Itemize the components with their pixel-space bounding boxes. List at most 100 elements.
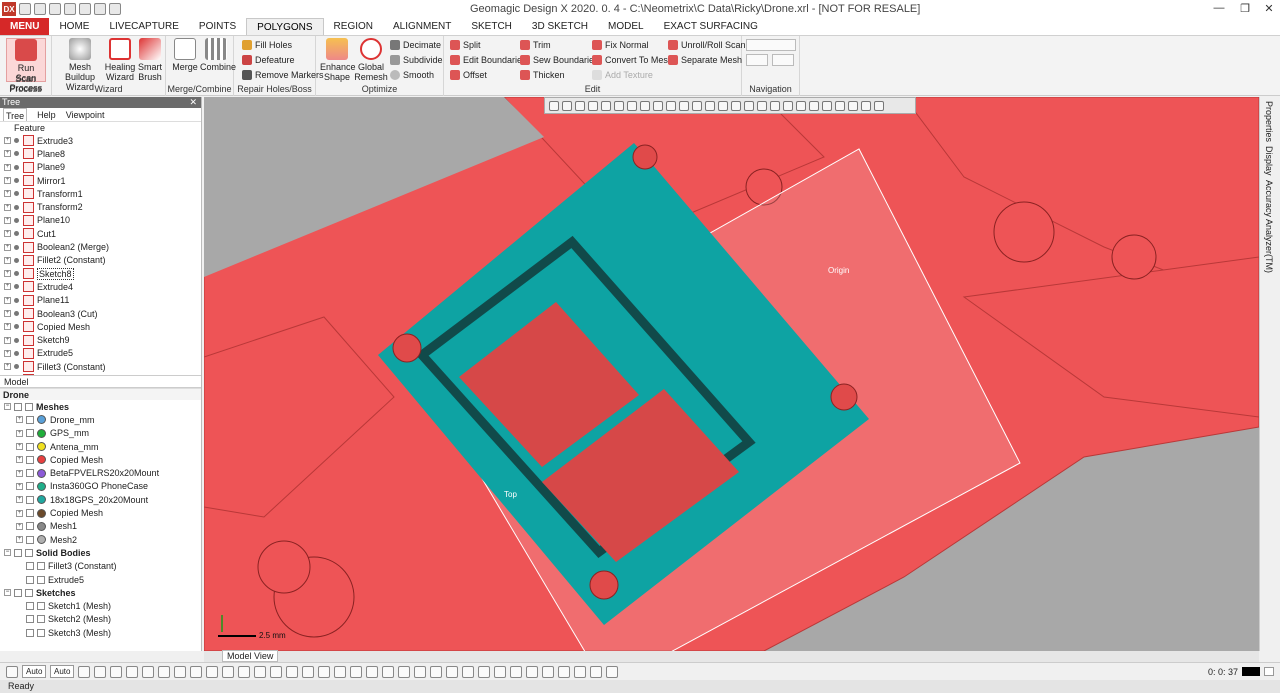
visibility-dot-icon[interactable] — [14, 364, 19, 370]
solid-body-item[interactable]: Fillet3 (Constant) — [0, 560, 201, 573]
expand-icon[interactable]: + — [16, 443, 23, 451]
expand-icon[interactable]: + — [4, 256, 11, 264]
tab-points[interactable]: POINTS — [189, 18, 246, 35]
thicken-button[interactable]: Thicken — [520, 70, 565, 80]
visibility-checkbox[interactable] — [26, 535, 34, 544]
tab-polygons[interactable]: POLYGONS — [246, 18, 324, 35]
feature-item[interactable]: + Boolean3 (Cut) — [0, 307, 201, 320]
visibility-checkbox[interactable] — [26, 469, 34, 478]
expand-icon[interactable]: + — [16, 509, 23, 517]
close-icon[interactable]: ✕ — [1260, 2, 1278, 16]
view-tool-icon[interactable] — [744, 100, 754, 111]
tab-livecapture[interactable]: LIVECAPTURE — [99, 18, 188, 35]
bottom-tool-icon[interactable] — [174, 665, 186, 678]
global-remesh-button[interactable]: Global Remesh — [354, 38, 388, 82]
bottom-tool-icon[interactable] — [462, 665, 474, 678]
feature-item[interactable]: + Fillet2 (Constant) — [0, 254, 201, 267]
navigation-select[interactable] — [746, 39, 796, 51]
expand-icon[interactable]: + — [4, 203, 11, 211]
bottom-tool-icon[interactable] — [158, 665, 170, 678]
visibility-checkbox[interactable] — [26, 442, 34, 451]
view-tool-icon[interactable] — [562, 100, 572, 111]
solid-body-item[interactable]: Extrude5 — [0, 573, 201, 586]
new-file-icon[interactable] — [19, 3, 31, 15]
bottom-tool-icon[interactable] — [94, 665, 106, 678]
model-view-tab[interactable]: Model View — [222, 650, 279, 662]
display-tab[interactable]: Display — [1264, 146, 1274, 176]
visibility-dot-icon[interactable] — [14, 337, 19, 343]
feature-item[interactable]: + Plane8 — [0, 147, 201, 160]
view-tool-icon[interactable] — [614, 100, 624, 111]
bottom-tool-icon[interactable] — [606, 665, 618, 678]
enhance-shape-button[interactable]: Enhance Shape — [320, 38, 356, 82]
expand-icon[interactable]: + — [16, 429, 23, 437]
visibility-dot-icon[interactable] — [14, 257, 19, 263]
expand-icon[interactable]: + — [4, 296, 11, 304]
bottom-tool-icon[interactable] — [318, 665, 330, 678]
add-texture-button[interactable]: Add Texture — [592, 70, 653, 80]
smart-brush-button[interactable]: Smart Brush — [136, 38, 164, 82]
visibility-dot-icon[interactable] — [14, 297, 19, 303]
offset-button[interactable]: Offset — [450, 70, 487, 80]
feature-item[interactable]: + Boolean2 (Merge) — [0, 240, 201, 253]
bottom-tool-icon[interactable] — [558, 665, 570, 678]
visibility-checkbox[interactable] — [26, 429, 34, 438]
visibility-checkbox[interactable] — [14, 402, 22, 411]
expand-icon[interactable]: + — [4, 323, 11, 331]
redo-icon[interactable] — [109, 3, 121, 15]
visibility-dot-icon[interactable] — [14, 271, 19, 277]
restore-icon[interactable]: ❐ — [1236, 2, 1254, 16]
view-tool-icon[interactable] — [809, 100, 819, 111]
convert-to-mesh-button[interactable]: Convert To Mesh — [592, 55, 673, 65]
visibility-checkbox[interactable] — [26, 575, 34, 584]
feature-item[interactable]: + Copied Mesh — [0, 320, 201, 333]
collapse-icon[interactable]: − — [4, 403, 11, 411]
expand-icon[interactable]: + — [16, 456, 23, 464]
mesh-item[interactable]: +18x18GPS_20x20Mount — [0, 493, 201, 506]
visibility-dot-icon[interactable] — [14, 204, 19, 210]
panel-tab-tree[interactable]: Tree — [3, 108, 28, 121]
visibility-dot-icon[interactable] — [14, 138, 19, 144]
expand-icon[interactable]: + — [16, 522, 23, 530]
bottom-tool-icon[interactable] — [478, 665, 490, 678]
mesh-item[interactable]: + Copied Mesh — [0, 506, 201, 519]
nav-back-button[interactable] — [746, 54, 768, 66]
expand-icon[interactable]: + — [16, 482, 23, 490]
undo-icon[interactable] — [94, 3, 106, 15]
visibility-dot-icon[interactable] — [14, 191, 19, 197]
mesh-item[interactable]: + Antena_mm — [0, 440, 201, 453]
save-as-icon[interactable] — [79, 3, 91, 15]
expand-icon[interactable]: + — [4, 270, 11, 278]
visibility-dot-icon[interactable] — [14, 231, 19, 237]
bottom-tool-icon[interactable] — [494, 665, 506, 678]
auto-combo-1[interactable]: Auto — [22, 665, 46, 678]
expand-icon[interactable]: + — [4, 349, 11, 357]
visibility-dot-icon[interactable] — [14, 178, 19, 184]
visibility-checkbox[interactable] — [14, 588, 22, 597]
accuracy-analyzer-tab[interactable]: Accuracy Analyzer(TM) — [1264, 180, 1274, 273]
view-tool-icon[interactable] — [666, 100, 676, 111]
view-tool-icon[interactable] — [861, 100, 871, 111]
view-tool-icon[interactable] — [796, 100, 806, 111]
bottom-tool-icon[interactable] — [78, 665, 90, 678]
visibility-dot-icon[interactable] — [14, 324, 19, 330]
unroll-roll-scan-button[interactable]: Unroll/Roll Scan — [668, 40, 746, 50]
expand-icon[interactable]: + — [4, 243, 11, 251]
view-tool-icon[interactable] — [692, 100, 702, 111]
view-tool-icon[interactable] — [757, 100, 767, 111]
expand-icon[interactable]: + — [16, 536, 23, 544]
edit-boundaries-button[interactable]: Edit Boundaries — [450, 55, 527, 65]
bottom-tool-icon[interactable] — [190, 665, 202, 678]
mesh-item[interactable]: + Copied Mesh — [0, 453, 201, 466]
mesh-item[interactable]: + BetaFPVELRS20x20Mount — [0, 466, 201, 479]
mesh-item[interactable]: + GPS_mm — [0, 427, 201, 440]
decimate-button[interactable]: Decimate — [390, 40, 441, 50]
subdivide-button[interactable]: Subdivide — [390, 55, 443, 65]
view-tool-icon[interactable] — [705, 100, 715, 111]
auto-combo-2[interactable]: Auto — [50, 665, 74, 678]
feature-item[interactable]: + Plane11 — [0, 294, 201, 307]
tab-menu[interactable]: MENU — [0, 18, 50, 35]
bottom-tool-icon[interactable] — [254, 665, 266, 678]
expand-icon[interactable]: + — [4, 230, 11, 238]
merge-button[interactable]: Merge — [170, 38, 200, 72]
